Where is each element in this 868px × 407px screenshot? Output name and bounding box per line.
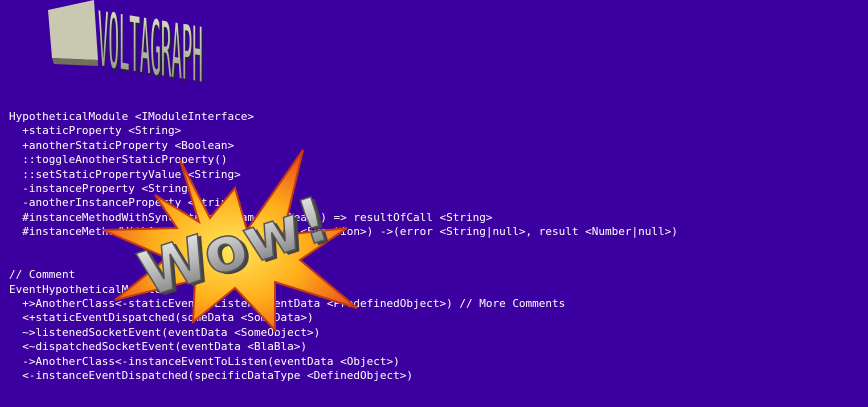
voltagraph-logo: VOLTAGRAPH VOLTAGRAPH [48, 0, 204, 100]
code-line: +staticProperty <String> [9, 124, 182, 138]
code-line: <-instanceEventDispatched(specificDataTy… [9, 369, 413, 383]
code-line: ->AnotherClass<-instanceEventToListen(ev… [9, 354, 400, 368]
code-line: <~dispatchedSocketEvent(eventData <BlaBl… [9, 340, 308, 354]
code-line: HypotheticalModule <IModuleInterface> [9, 110, 255, 123]
logo-text: VOLTAGRAPH [98, 0, 203, 99]
wow-starburst-badge: Wow! Wow! [102, 149, 358, 333]
